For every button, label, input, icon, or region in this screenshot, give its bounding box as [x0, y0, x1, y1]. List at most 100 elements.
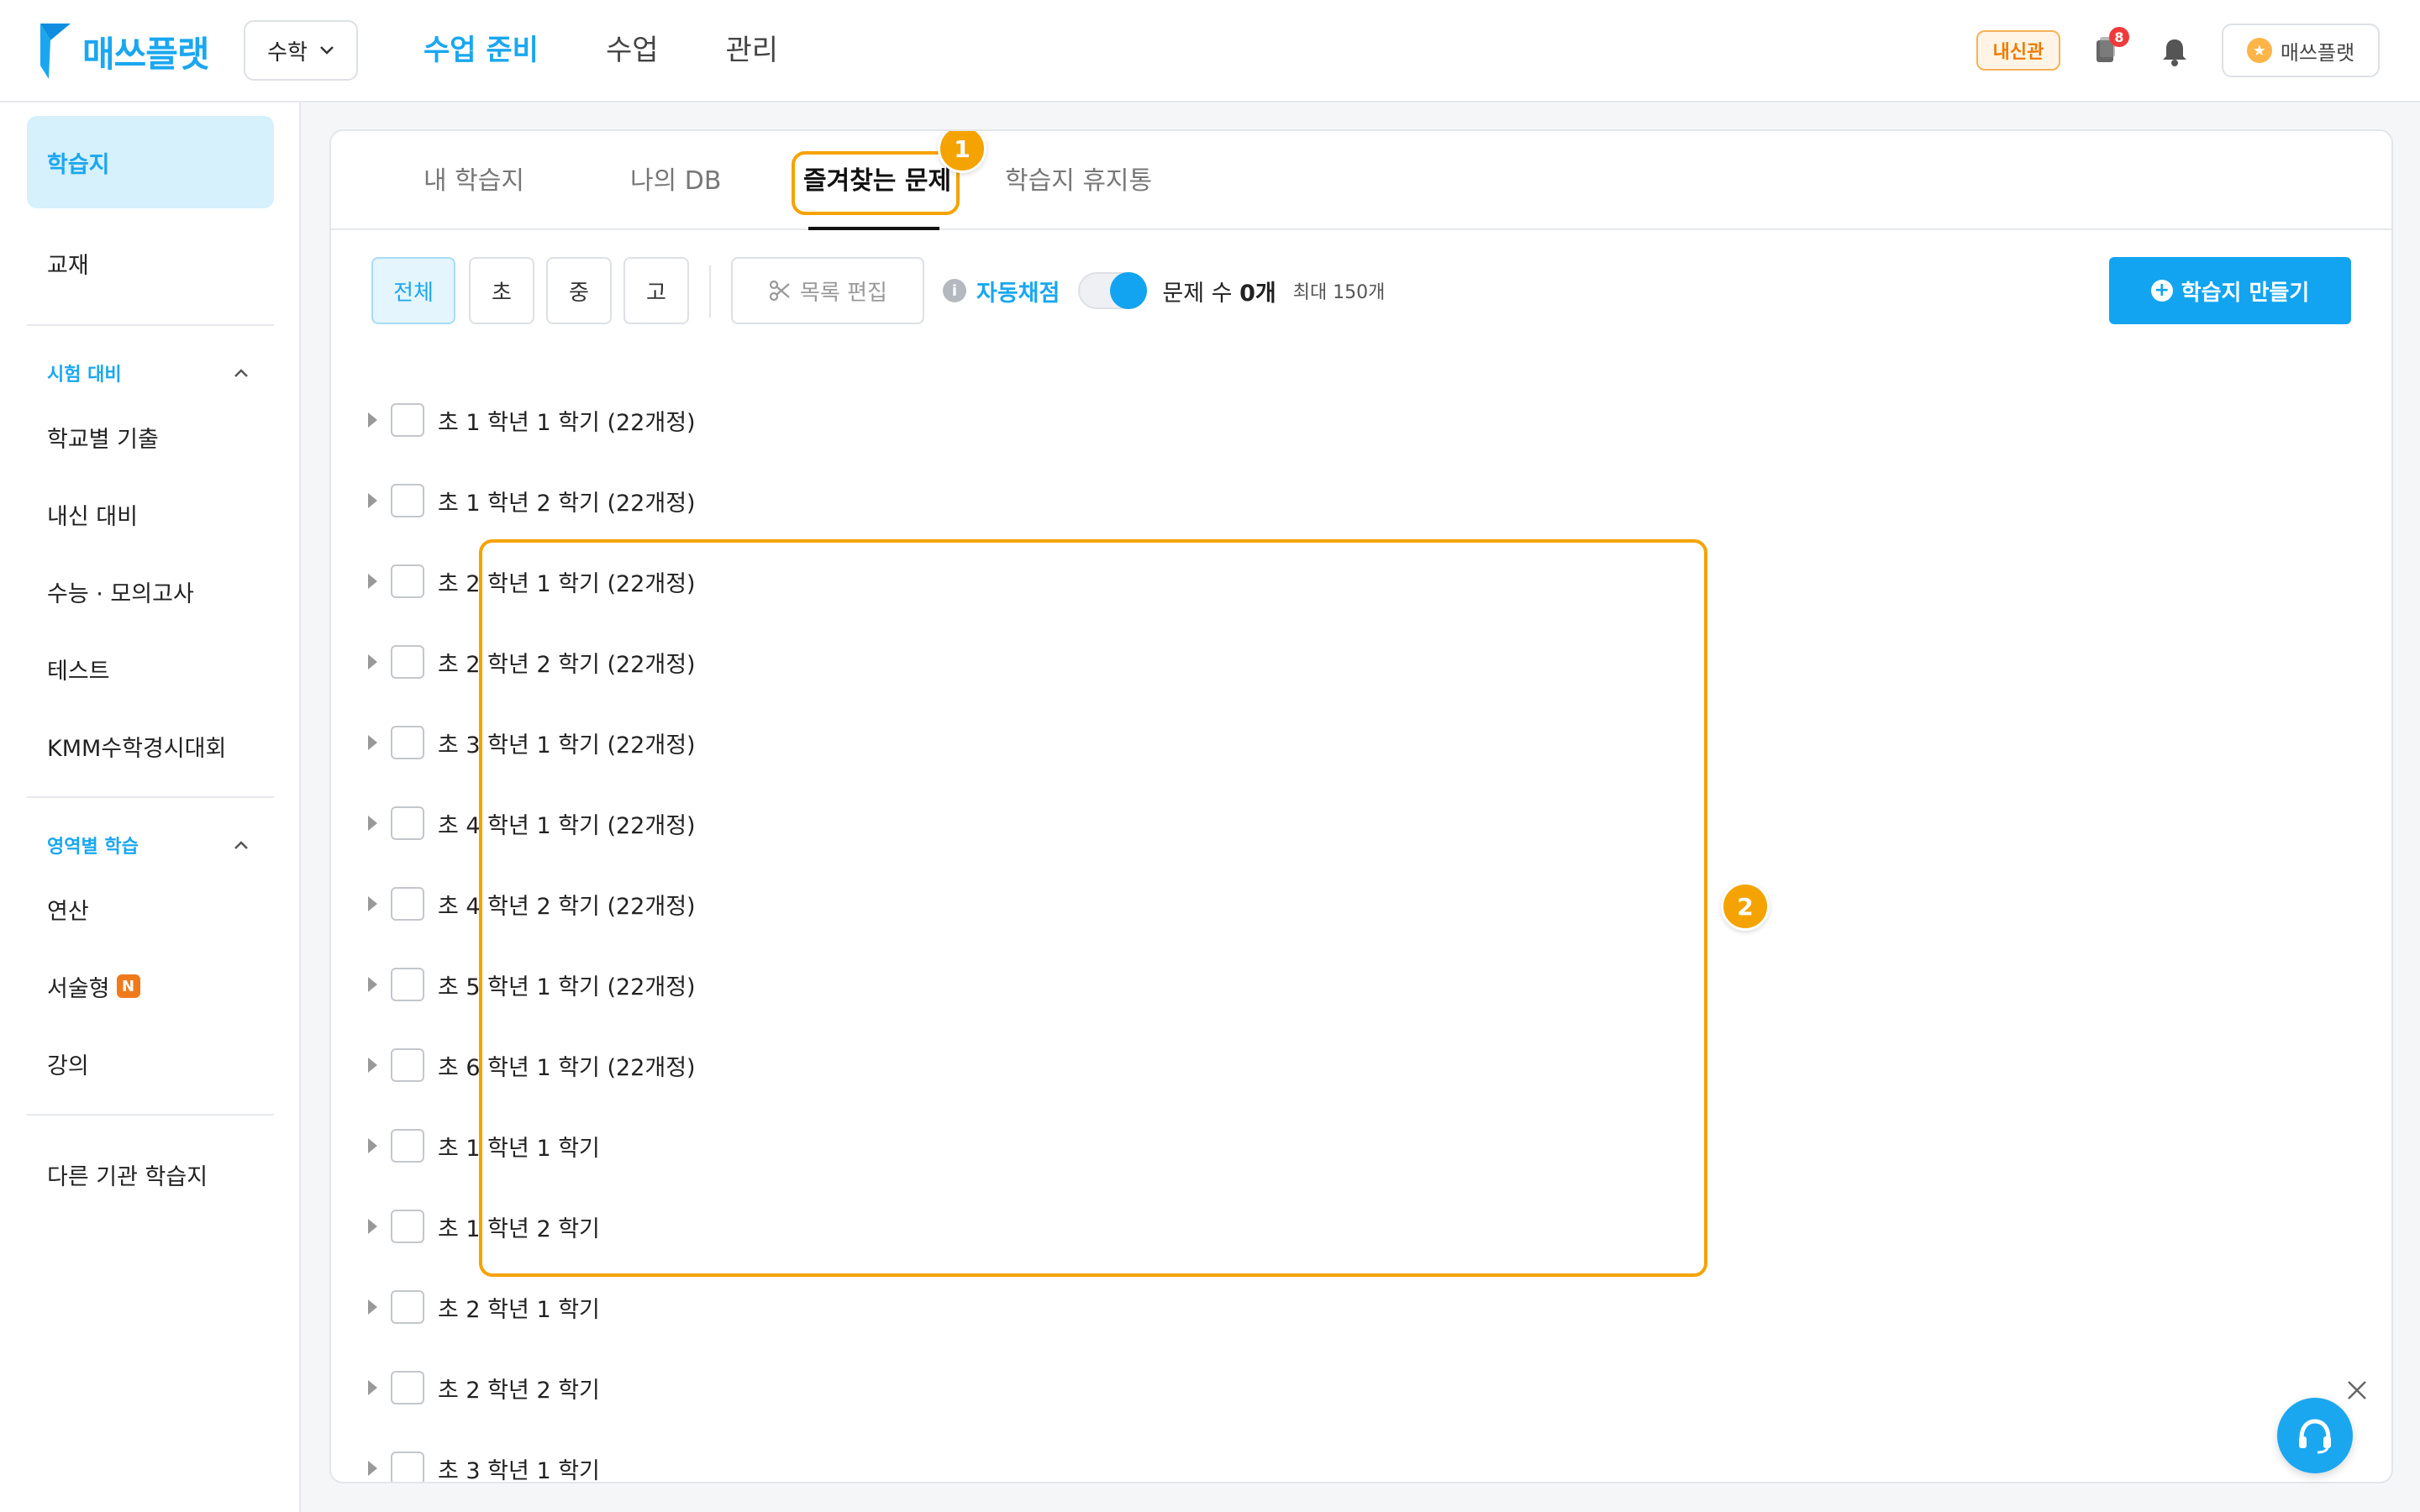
highlight-box-list: [479, 539, 1707, 1277]
list-item-checkbox[interactable]: [391, 1129, 424, 1163]
filter-middle-button[interactable]: 중: [546, 257, 612, 324]
toolbar-divider: [709, 265, 711, 318]
list-item[interactable]: 초 2 학년 1 학기: [368, 1282, 600, 1332]
nav-class-prep[interactable]: 수업 준비: [424, 25, 539, 76]
toggle-knob: [1110, 272, 1148, 309]
edit-list-label: 목록 편집: [800, 280, 887, 306]
expand-caret-icon[interactable]: [368, 1299, 377, 1315]
sidebar-divider: [27, 1114, 274, 1116]
list-item[interactable]: 초 1 학년 2 학기 (22개정): [368, 475, 696, 526]
expand-caret-icon[interactable]: [368, 574, 377, 589]
expand-caret-icon[interactable]: [368, 977, 377, 992]
question-max-label: 최대 150개: [1292, 282, 1386, 303]
list-item-checkbox[interactable]: [391, 1290, 424, 1324]
logo[interactable]: 매쓰플랫: [37, 22, 210, 81]
headset-icon: [2299, 1419, 2331, 1454]
main-card: 내 학습지 나의 DB 즐겨찾는 문제 학습지 휴지통 1 전체 초 중 고 목…: [329, 129, 2393, 1483]
top-header: 매쓰플랫 수학 수업 준비 수업 관리 내신관 8 ★ 매쓰플랫: [0, 0, 2420, 102]
list-item-label: 초 1 학년 1 학기 (22개정): [438, 409, 696, 436]
sidebar-item-naesin[interactable]: 내신 대비: [47, 489, 138, 539]
list-item-label: 초 1 학년 2 학기 (22개정): [438, 490, 696, 517]
notification-count-badge: 8: [2109, 27, 2129, 47]
auto-grade-toggle[interactable]: [1078, 272, 1148, 309]
list-item[interactable]: 초 1 학년 1 학기 (22개정): [368, 395, 696, 445]
user-name: 매쓰플랫: [2280, 40, 2355, 65]
sidebar-section-exam[interactable]: 시험 대비: [47, 356, 249, 390]
filter-all-button[interactable]: 전체: [371, 257, 455, 324]
filter-elementary-button[interactable]: 초: [469, 257, 534, 324]
expand-caret-icon[interactable]: [368, 735, 377, 750]
sidebar-divider: [27, 796, 274, 798]
bell-icon[interactable]: [2158, 35, 2191, 69]
expand-caret-icon[interactable]: [368, 1380, 377, 1395]
list-item-checkbox[interactable]: [391, 564, 424, 598]
list-item-label: 초 3 학년 1 학기: [438, 1457, 600, 1483]
sidebar: 학습지 교재 시험 대비 학교별 기출 내신 대비 수능 · 모의고사 테스트 …: [0, 102, 301, 1512]
question-count: 문제 수 0개: [1162, 275, 1276, 307]
scissors-icon: [769, 280, 790, 302]
sidebar-item-kmm[interactable]: KMM수학경시대회: [47, 721, 226, 771]
logo-icon: [40, 24, 71, 79]
tab-worksheet-trash[interactable]: 학습지 휴지통: [1005, 156, 1152, 207]
info-icon[interactable]: i: [943, 279, 966, 302]
sidebar-item-lecture[interactable]: 강의: [47, 1038, 89, 1089]
expand-caret-icon[interactable]: [368, 493, 377, 508]
sidebar-item-textbook[interactable]: 교재: [27, 217, 274, 309]
subject-select[interactable]: 수학: [244, 20, 358, 81]
nav-manage[interactable]: 관리: [726, 25, 779, 76]
sidebar-divider: [27, 324, 274, 326]
sidebar-item-test[interactable]: 테스트: [47, 643, 110, 694]
list-item-checkbox[interactable]: [391, 484, 424, 517]
sidebar-item-school-exam[interactable]: 학교별 기출: [47, 412, 159, 462]
active-tab-underline: [808, 227, 939, 230]
highlight-box-tab: [792, 151, 960, 215]
list-item[interactable]: 초 3 학년 1 학기: [368, 1443, 600, 1483]
auto-grade-label: 자동채점: [976, 280, 1060, 307]
expand-caret-icon[interactable]: [368, 1058, 377, 1073]
list-item-checkbox[interactable]: [391, 887, 424, 921]
chevron-down-icon: [320, 46, 334, 55]
user-menu-button[interactable]: ★ 매쓰플랫: [2222, 24, 2380, 77]
sidebar-item-worksheet[interactable]: 학습지: [27, 116, 274, 208]
list-item-checkbox[interactable]: [391, 1210, 424, 1243]
list-item-checkbox[interactable]: [391, 968, 424, 1001]
edit-list-button[interactable]: 목록 편집: [731, 257, 924, 324]
sidebar-item-other-institution[interactable]: 다른 기관 학습지: [47, 1149, 208, 1200]
expand-caret-icon[interactable]: [368, 1461, 377, 1476]
tab-my-worksheets[interactable]: 내 학습지: [424, 156, 524, 207]
close-icon[interactable]: [2344, 1378, 2370, 1403]
expand-caret-icon[interactable]: [368, 1219, 377, 1234]
sidebar-section-domain[interactable]: 영역별 학습: [47, 828, 249, 862]
list-item-checkbox[interactable]: [391, 1371, 424, 1404]
naesin-badge[interactable]: 내신관: [1976, 30, 2060, 71]
list-item-checkbox[interactable]: [391, 1048, 424, 1082]
create-worksheet-button[interactable]: + 학습지 만들기: [2109, 257, 2351, 324]
tab-my-db[interactable]: 나의 DB: [630, 156, 721, 207]
callout-badge-2: 2: [1721, 882, 1770, 931]
nav-class[interactable]: 수업: [606, 25, 659, 76]
expand-caret-icon[interactable]: [368, 896, 377, 911]
subject-value: 수학: [267, 39, 308, 66]
list-item-checkbox[interactable]: [391, 403, 424, 437]
list-item[interactable]: 초 2 학년 2 학기: [368, 1362, 600, 1413]
question-count-value: 0개: [1239, 280, 1276, 307]
main-nav: 수업 준비 수업 관리: [424, 25, 778, 76]
list-item-checkbox[interactable]: [391, 726, 424, 759]
support-chat-button[interactable]: [2277, 1398, 2353, 1473]
sidebar-item-suneung[interactable]: 수능 · 모의고사: [47, 566, 194, 617]
expand-caret-icon[interactable]: [368, 1138, 377, 1153]
expand-caret-icon[interactable]: [368, 654, 377, 669]
tab-bar: 내 학습지 나의 DB 즐겨찾는 문제 학습지 휴지통: [331, 131, 2391, 230]
expand-caret-icon[interactable]: [368, 412, 377, 428]
expand-caret-icon[interactable]: [368, 816, 377, 831]
plus-circle-icon: +: [2150, 280, 2173, 302]
list-item-checkbox[interactable]: [391, 1452, 424, 1482]
create-worksheet-label: 학습지 만들기: [2181, 280, 2310, 306]
list-item-checkbox[interactable]: [391, 806, 424, 840]
list-item-checkbox[interactable]: [391, 645, 424, 679]
sidebar-item-essay[interactable]: 서술형 N: [47, 961, 140, 1011]
chevron-up-icon: [234, 841, 248, 849]
filter-high-button[interactable]: 고: [623, 257, 689, 324]
new-badge: N: [116, 974, 140, 998]
sidebar-item-calculation[interactable]: 연산: [47, 884, 89, 934]
